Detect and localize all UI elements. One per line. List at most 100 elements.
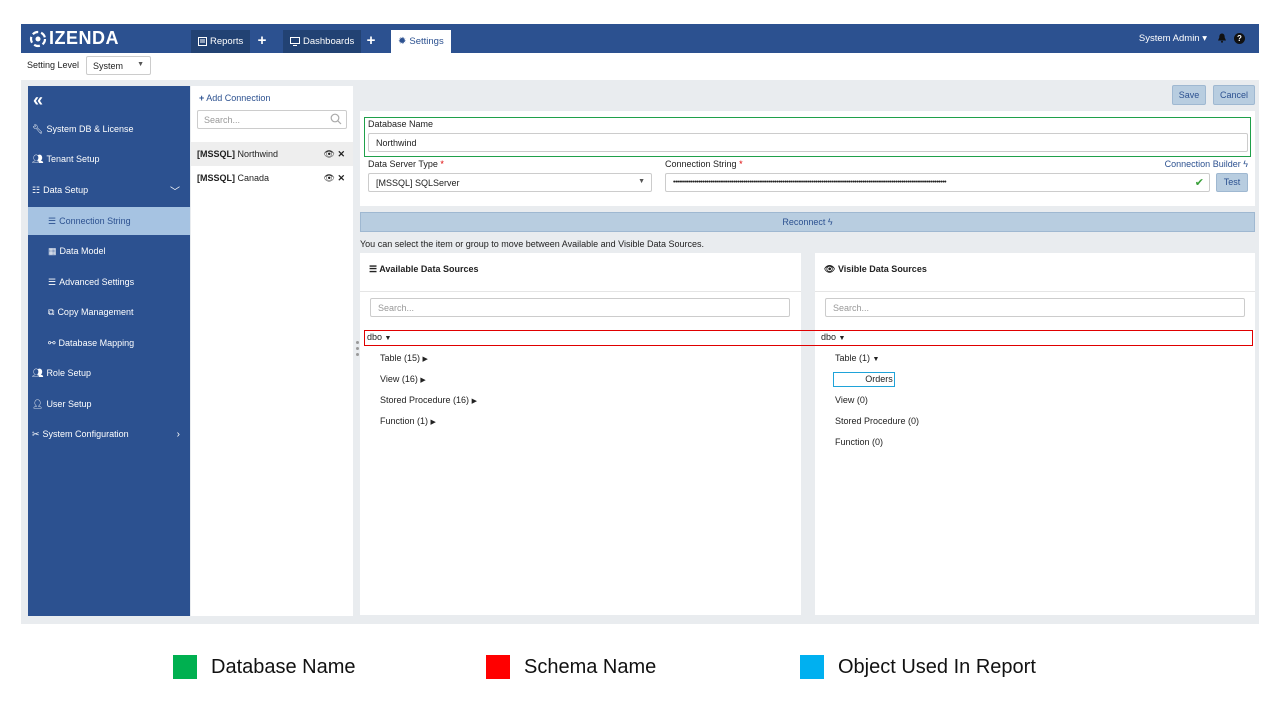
tab-dashboards[interactable]: Dashboards — [283, 30, 362, 53]
chevron-down-icon: ▼ — [137, 61, 144, 68]
delete-icon[interactable]: ✕ — [337, 173, 345, 183]
available-search-input[interactable]: Search... — [370, 298, 790, 317]
bell-icon[interactable] — [1217, 33, 1227, 43]
visible-title-text: Visible Data Sources — [837, 264, 927, 274]
server-type-select[interactable]: [MSSQL] SQLServer ▼ — [368, 173, 652, 192]
sidebar-item-connection-string[interactable]: ☰ Connection String — [28, 207, 190, 235]
instruction-text: You can select the item or group to move… — [360, 239, 705, 249]
available-group-view[interactable]: View (16) ▶ — [380, 374, 426, 384]
sidebar-item-label: Data Model — [59, 246, 106, 256]
eye-icon[interactable]: 👁︎ — [324, 173, 335, 183]
save-button[interactable]: Save — [1172, 85, 1206, 105]
visible-group-table[interactable]: Table (1) ▼ — [835, 353, 879, 363]
tab-settings-label: Settings — [409, 36, 444, 47]
sidebar-item-data-setup[interactable]: ☷ Data Setup ﹀ — [28, 176, 190, 204]
connection-form: Database Name Northwind Data Server Type… — [360, 111, 1255, 206]
visible-data-sources-title: 👁︎ Visible Data Sources — [824, 264, 927, 275]
sidebar-item-copy-management[interactable]: ⧉ Copy Management — [28, 298, 190, 326]
visible-group-view[interactable]: View (0) — [835, 395, 868, 405]
user-menu[interactable]: System Admin ▾ — [1139, 33, 1207, 44]
available-search-placeholder: Search... — [378, 303, 415, 313]
object-used-highlight — [833, 372, 895, 387]
connection-builder-link[interactable]: Connection Builder ϟ — [1165, 159, 1248, 169]
help-icon[interactable]: ? — [1234, 33, 1245, 44]
add-report-button[interactable]: + — [255, 32, 269, 50]
app-window: IZENDA Reports + Dashboards + ✹ Settings… — [21, 24, 1259, 624]
logo-text: IZENDA — [49, 28, 119, 48]
sidebar-item-label: Database Mapping — [58, 338, 135, 348]
panel-resize-handle[interactable] — [356, 341, 359, 359]
server-type-label: Data Server Type * — [368, 159, 444, 169]
cancel-button[interactable]: Cancel — [1213, 85, 1255, 105]
group-label: Table (1) — [835, 353, 871, 363]
legend-object-used: Object Used In Report — [800, 655, 1036, 679]
collapse-sidebar-icon[interactable]: « — [33, 90, 43, 111]
bolt-icon: ϟ — [1243, 159, 1248, 169]
connection-item-northwind[interactable]: [MSSQL] Northwind 👁︎ ✕ — [191, 142, 353, 166]
server-type-value: [MSSQL] SQLServer — [376, 178, 460, 188]
required-asterisk: * — [440, 159, 444, 169]
connection-name: Northwind — [237, 149, 279, 159]
sidebar-item-label: System Configuration — [42, 429, 129, 439]
add-connection-label: Add Connection — [206, 93, 271, 103]
connection-string-input[interactable]: ••••••••••••••••••••••••••••••••••••••••… — [665, 173, 1210, 192]
required-asterisk: * — [739, 159, 743, 169]
legend-swatch-blue — [800, 655, 824, 679]
list-settings-icon: ☰ — [48, 276, 57, 287]
sidebar-item-advanced-settings[interactable]: ☰ Advanced Settings — [28, 268, 190, 296]
setting-level-label: Setting Level — [27, 60, 80, 70]
available-group-function[interactable]: Function (1) ▶ — [380, 416, 436, 426]
legend-swatch-green — [173, 655, 197, 679]
sidebar-item-user-setup[interactable]: 👤︎ User Setup — [28, 390, 190, 418]
connection-search-input[interactable]: Search... — [197, 110, 347, 129]
group-label: View (16) — [380, 374, 418, 384]
available-data-sources-title: ☰ Available Data Sources — [369, 264, 478, 275]
eye-icon[interactable]: 👁︎ — [324, 149, 335, 159]
sidebar-item-tenant-setup[interactable]: 👥︎ Tenant Setup — [28, 145, 190, 173]
user-icon: 👤︎ — [32, 398, 44, 409]
test-button[interactable]: Test — [1216, 173, 1248, 192]
grid-icon: ▦ — [48, 245, 57, 256]
sidebar-item-label: System DB & License — [46, 124, 134, 134]
schema-name-highlight — [364, 330, 1253, 346]
sidebar-item-label: Tenant Setup — [46, 154, 100, 164]
legend-label: Schema Name — [524, 655, 657, 678]
available-title-text: Available Data Sources — [379, 264, 479, 274]
connection-string-label: Connection String * — [665, 159, 743, 169]
sidebar-item-system-db-license[interactable]: 🔧︎ System DB & License — [28, 115, 190, 143]
list-icon: ☰ — [369, 264, 378, 274]
setting-level-select[interactable]: System ▼ — [86, 56, 151, 75]
caret-down-icon: ▼ — [872, 356, 880, 363]
copy-icon: ⧉ — [48, 306, 55, 317]
eye-icon: 👁︎ — [824, 264, 836, 274]
legend-label: Object Used In Report — [838, 655, 1036, 678]
sidebar-item-system-configuration[interactable]: ✂ System Configuration › — [28, 420, 190, 448]
tab-reports[interactable]: Reports — [191, 30, 251, 53]
visible-search-placeholder: Search... — [833, 303, 870, 313]
izenda-logo[interactable]: IZENDA — [29, 28, 119, 49]
available-group-stored-procedure[interactable]: Stored Procedure (16) ▶ — [380, 395, 477, 405]
visible-group-stored-procedure[interactable]: Stored Procedure (0) — [835, 416, 919, 426]
data-setup-icon: ☷ — [32, 184, 41, 195]
visible-group-function[interactable]: Function (0) — [835, 437, 883, 447]
reconnect-button[interactable]: Reconnect ϟ — [360, 212, 1255, 232]
tab-settings[interactable]: ✹ Settings — [391, 30, 451, 53]
tools-icon: ✂ — [32, 428, 40, 439]
add-connection-button[interactable]: + Add Connection — [199, 93, 270, 103]
divider — [360, 291, 801, 292]
sidebar-item-label: Data Setup — [43, 185, 89, 195]
connection-item-canada[interactable]: [MSSQL] Canada 👁︎ ✕ — [191, 166, 353, 190]
available-data-sources-panel: ☰ Available Data Sources Search... dbo ▼… — [360, 253, 801, 615]
delete-icon[interactable]: ✕ — [337, 149, 345, 159]
sidebar-item-role-setup[interactable]: 👥︎ Role Setup — [28, 359, 190, 387]
monitor-icon — [290, 37, 300, 46]
caret-right-icon: ▶ — [420, 377, 426, 384]
connection-list-panel: + Add Connection Search... [MSSQL] North… — [191, 86, 353, 616]
sidebar-item-database-mapping[interactable]: ⚯ Database Mapping — [28, 329, 190, 357]
visible-search-input[interactable]: Search... — [825, 298, 1245, 317]
sidebar-item-data-model[interactable]: ▦ Data Model — [28, 237, 190, 265]
chevron-right-icon: › — [176, 428, 180, 440]
available-group-table[interactable]: Table (15) ▶ — [380, 353, 428, 363]
database-name-input[interactable]: Northwind — [368, 133, 1248, 152]
add-dashboard-button[interactable]: + — [364, 32, 378, 50]
